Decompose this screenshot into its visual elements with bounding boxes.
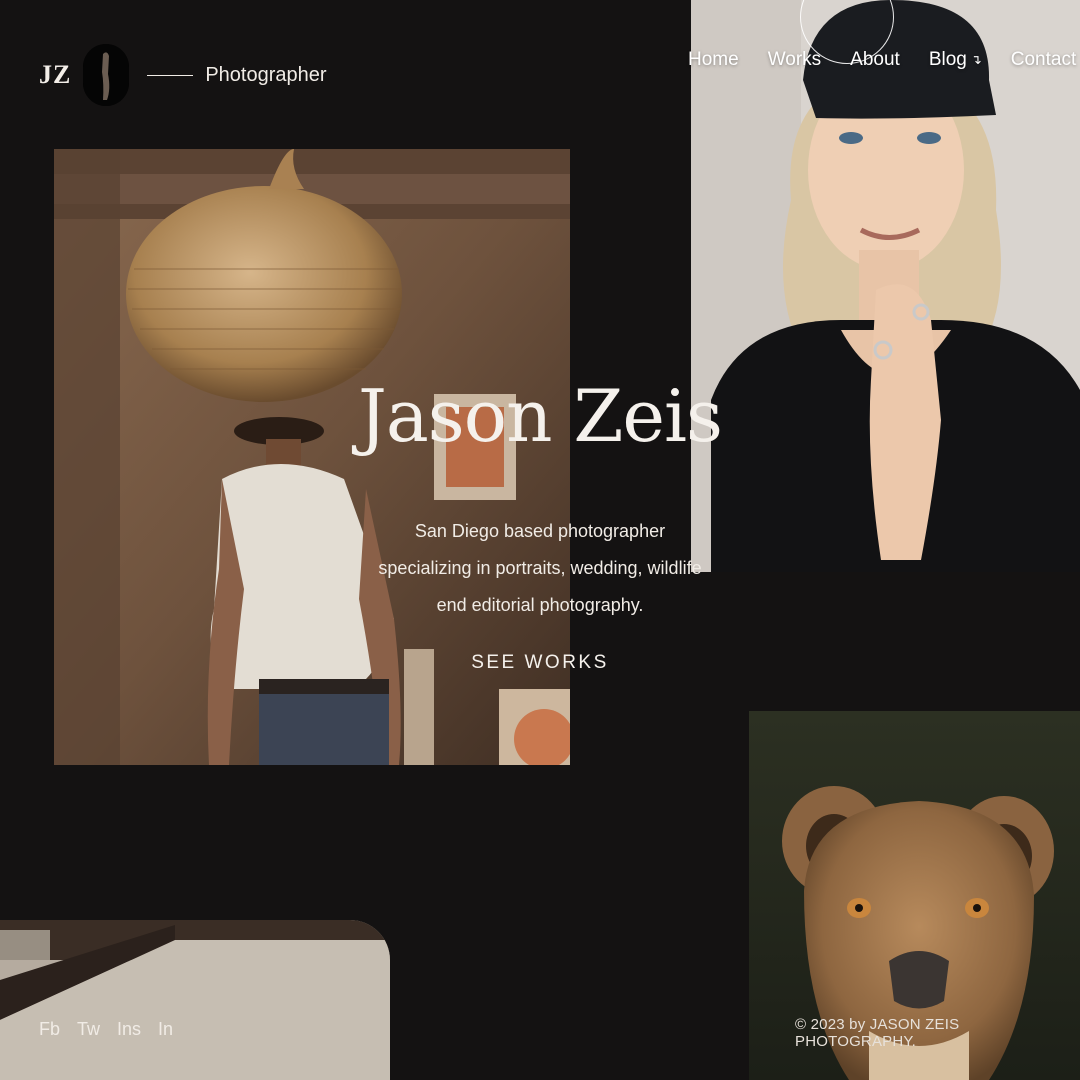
hero-photo-woman-portrait (691, 0, 1080, 572)
nav-about[interactable]: About (850, 49, 900, 71)
nav-blog[interactable]: Blog ↴ (929, 49, 982, 71)
social-linkedin[interactable]: In (158, 1019, 173, 1040)
nav-blog-label: Blog (928, 49, 967, 70)
logo-badge-image (83, 44, 130, 106)
logo-role-label: Photographer (205, 63, 327, 86)
social-twitter[interactable]: Tw (77, 1019, 100, 1040)
social-instagram[interactable]: Ins (117, 1019, 141, 1040)
copyright-text: © 2023 by JASON ZEIS PHOTOGRAPHY. (795, 1016, 960, 1050)
nav-home[interactable]: Home (688, 49, 739, 71)
hero-description: San Diego based photographer specializin… (378, 521, 702, 615)
social-links: Fb Tw Ins In (39, 1019, 173, 1040)
logo-initials: JZ (39, 60, 72, 89)
logo-divider (147, 74, 194, 76)
see-works-button[interactable]: SEE WORKS (440, 652, 640, 674)
dropdown-arrow-icon: ↴ (970, 52, 982, 67)
footer-photo-detail (0, 920, 390, 1080)
nav-works[interactable]: Works (768, 49, 821, 71)
nav-contact[interactable]: Contact (1011, 49, 1076, 71)
hero-title: Jason Zeis (358, 374, 723, 458)
site-logo[interactable]: JZ Photographer (39, 44, 327, 106)
social-facebook[interactable]: Fb (39, 1019, 60, 1040)
main-nav: Home Works About Blog ↴ Contact (688, 49, 1076, 71)
